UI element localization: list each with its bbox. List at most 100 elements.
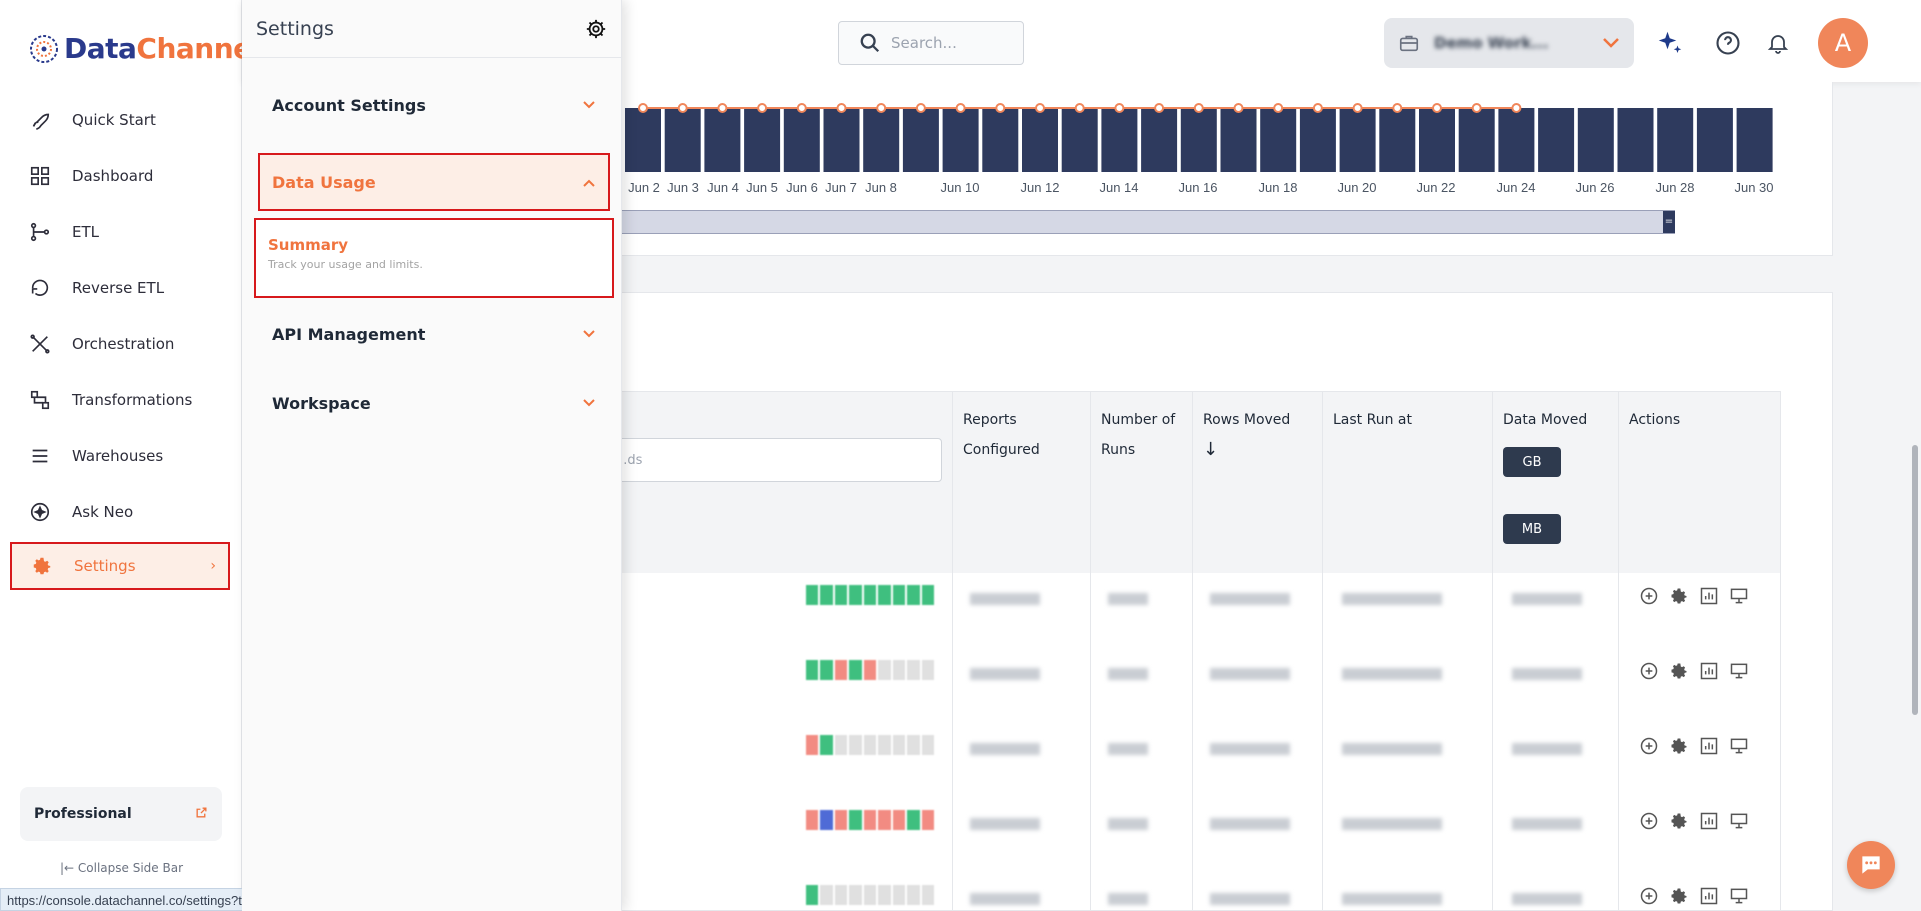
th-number-of-runs[interactable]: Number of Runs xyxy=(1090,391,1192,911)
chart-bar xyxy=(1220,108,1257,172)
unit-mb-button[interactable]: MB xyxy=(1503,514,1561,544)
chart-point xyxy=(955,103,966,113)
gear-icon[interactable] xyxy=(1668,885,1690,907)
chart-range-slider[interactable]: = xyxy=(620,210,1675,234)
chart-point xyxy=(1035,103,1045,113)
status-bar xyxy=(892,585,906,605)
blurred-cell xyxy=(1210,593,1290,605)
nav-item-settings[interactable]: Settings › xyxy=(10,542,230,590)
x-tick-label: Jun 2 xyxy=(628,180,660,195)
status-bar xyxy=(834,810,848,830)
th-rows-moved[interactable]: Rows Moved ↓ xyxy=(1192,391,1322,911)
nav-item-etl[interactable]: ETL xyxy=(0,204,242,260)
chart-point xyxy=(1432,103,1442,113)
th-label: Rows Moved xyxy=(1203,412,1291,428)
nav-item-ask-neo[interactable]: Ask Neo xyxy=(0,484,242,540)
monitor-icon[interactable] xyxy=(1728,735,1750,757)
blurred-cell xyxy=(1108,668,1148,680)
gear-icon[interactable] xyxy=(585,18,607,40)
status-bar xyxy=(820,885,833,905)
section-workspace[interactable]: Workspace xyxy=(272,394,596,413)
help-icon[interactable] xyxy=(1712,27,1744,59)
chart-bar xyxy=(823,108,860,172)
neo-icon xyxy=(28,500,52,524)
th-reports-configured[interactable]: Reports Configured xyxy=(952,391,1090,911)
section-account-settings[interactable]: Account Settings xyxy=(272,96,596,115)
monitor-icon[interactable] xyxy=(1728,585,1750,607)
nav-item-transformations[interactable]: Transformations xyxy=(0,372,242,428)
status-bar xyxy=(806,660,819,680)
nav-item-dashboard[interactable]: Dashboard xyxy=(0,148,242,204)
add-icon[interactable] xyxy=(1638,660,1660,682)
chart-bar xyxy=(664,108,701,172)
plan-badge[interactable]: Professional xyxy=(20,787,222,841)
x-tick-label: Jun 3 xyxy=(667,180,699,195)
page-scrollbar[interactable] xyxy=(1912,445,1918,715)
chart-bar xyxy=(1299,108,1336,172)
chart-point xyxy=(1471,103,1482,113)
nav-item-quick-start[interactable]: Quick Start xyxy=(0,92,242,148)
chart-point xyxy=(717,103,728,113)
avatar[interactable]: A xyxy=(1818,18,1868,68)
collapse-sidebar-button[interactable]: |← Collapse Side Bar xyxy=(60,861,183,875)
chart-point xyxy=(1511,103,1522,113)
workspace-selector[interactable]: Demo Work... xyxy=(1384,18,1634,68)
section-label: Data Usage xyxy=(272,172,376,192)
x-tick-label: Jun 10 xyxy=(940,180,979,195)
row-actions xyxy=(1638,660,1750,682)
section-api-management[interactable]: API Management xyxy=(272,325,596,344)
status-bar xyxy=(806,810,819,830)
run-status-bars xyxy=(806,885,934,905)
gear-icon[interactable] xyxy=(1668,660,1690,682)
bell-icon[interactable] xyxy=(1762,27,1794,59)
monitor-icon[interactable] xyxy=(1728,810,1750,832)
chart-bar xyxy=(982,108,1019,172)
blurred-cell xyxy=(1210,893,1290,905)
monitor-icon[interactable] xyxy=(1728,660,1750,682)
chart-icon[interactable] xyxy=(1698,810,1720,832)
nav-label: Orchestration xyxy=(72,335,175,353)
th-last-run-at[interactable]: Last Run at xyxy=(1322,391,1492,911)
slider-handle[interactable]: = xyxy=(1663,211,1675,233)
sort-arrow-icon[interactable]: ↓ xyxy=(1203,439,1218,460)
chart-point xyxy=(876,103,887,113)
status-bar xyxy=(834,735,848,755)
x-tick-label: Jun 8 xyxy=(865,180,897,195)
summary-description: Track your usage and limits. xyxy=(268,258,423,271)
table-filter-input[interactable]: ...ds xyxy=(590,438,942,482)
gear-icon[interactable] xyxy=(1668,585,1690,607)
nav-item-orchestration[interactable]: Orchestration xyxy=(0,316,242,372)
nav-label: Warehouses xyxy=(72,447,164,465)
chevron-right-icon: › xyxy=(210,558,216,574)
search-input[interactable]: Search... xyxy=(838,21,1024,65)
sparkle-ai-icon[interactable] xyxy=(1654,27,1686,59)
blurred-cell xyxy=(1210,743,1290,755)
chart-icon[interactable] xyxy=(1698,660,1720,682)
blurred-cell xyxy=(1108,893,1148,905)
gear-icon[interactable] xyxy=(1668,810,1690,832)
chat-support-button[interactable] xyxy=(1847,841,1895,889)
add-icon[interactable] xyxy=(1638,810,1660,832)
chart-bar xyxy=(1260,108,1297,172)
nav-item-reverse-etl[interactable]: Reverse ETL xyxy=(0,260,242,316)
summary-menu-item[interactable]: Summary Track your usage and limits. xyxy=(254,218,614,298)
chart-icon[interactable] xyxy=(1698,735,1720,757)
x-tick-label: Jun 14 xyxy=(1099,180,1138,195)
section-data-usage[interactable]: Data Usage xyxy=(258,153,610,211)
add-icon[interactable] xyxy=(1638,585,1660,607)
monitor-icon[interactable] xyxy=(1728,885,1750,907)
add-icon[interactable] xyxy=(1638,735,1660,757)
datachannel-logo[interactable]: DataChannel xyxy=(28,32,261,65)
chart-icon[interactable] xyxy=(1698,885,1720,907)
gear-icon[interactable] xyxy=(1668,735,1690,757)
add-icon[interactable] xyxy=(1638,885,1660,907)
run-status-bars xyxy=(806,660,934,680)
run-status-bars xyxy=(806,735,934,755)
status-bar xyxy=(849,660,862,680)
chart-icon[interactable] xyxy=(1698,585,1720,607)
chart-point xyxy=(1312,103,1323,113)
unit-gb-button[interactable]: GB xyxy=(1503,447,1561,477)
settings-panel-header: Settings xyxy=(242,0,621,58)
nav-item-warehouses[interactable]: Warehouses xyxy=(0,428,242,484)
gear-icon xyxy=(30,554,54,578)
